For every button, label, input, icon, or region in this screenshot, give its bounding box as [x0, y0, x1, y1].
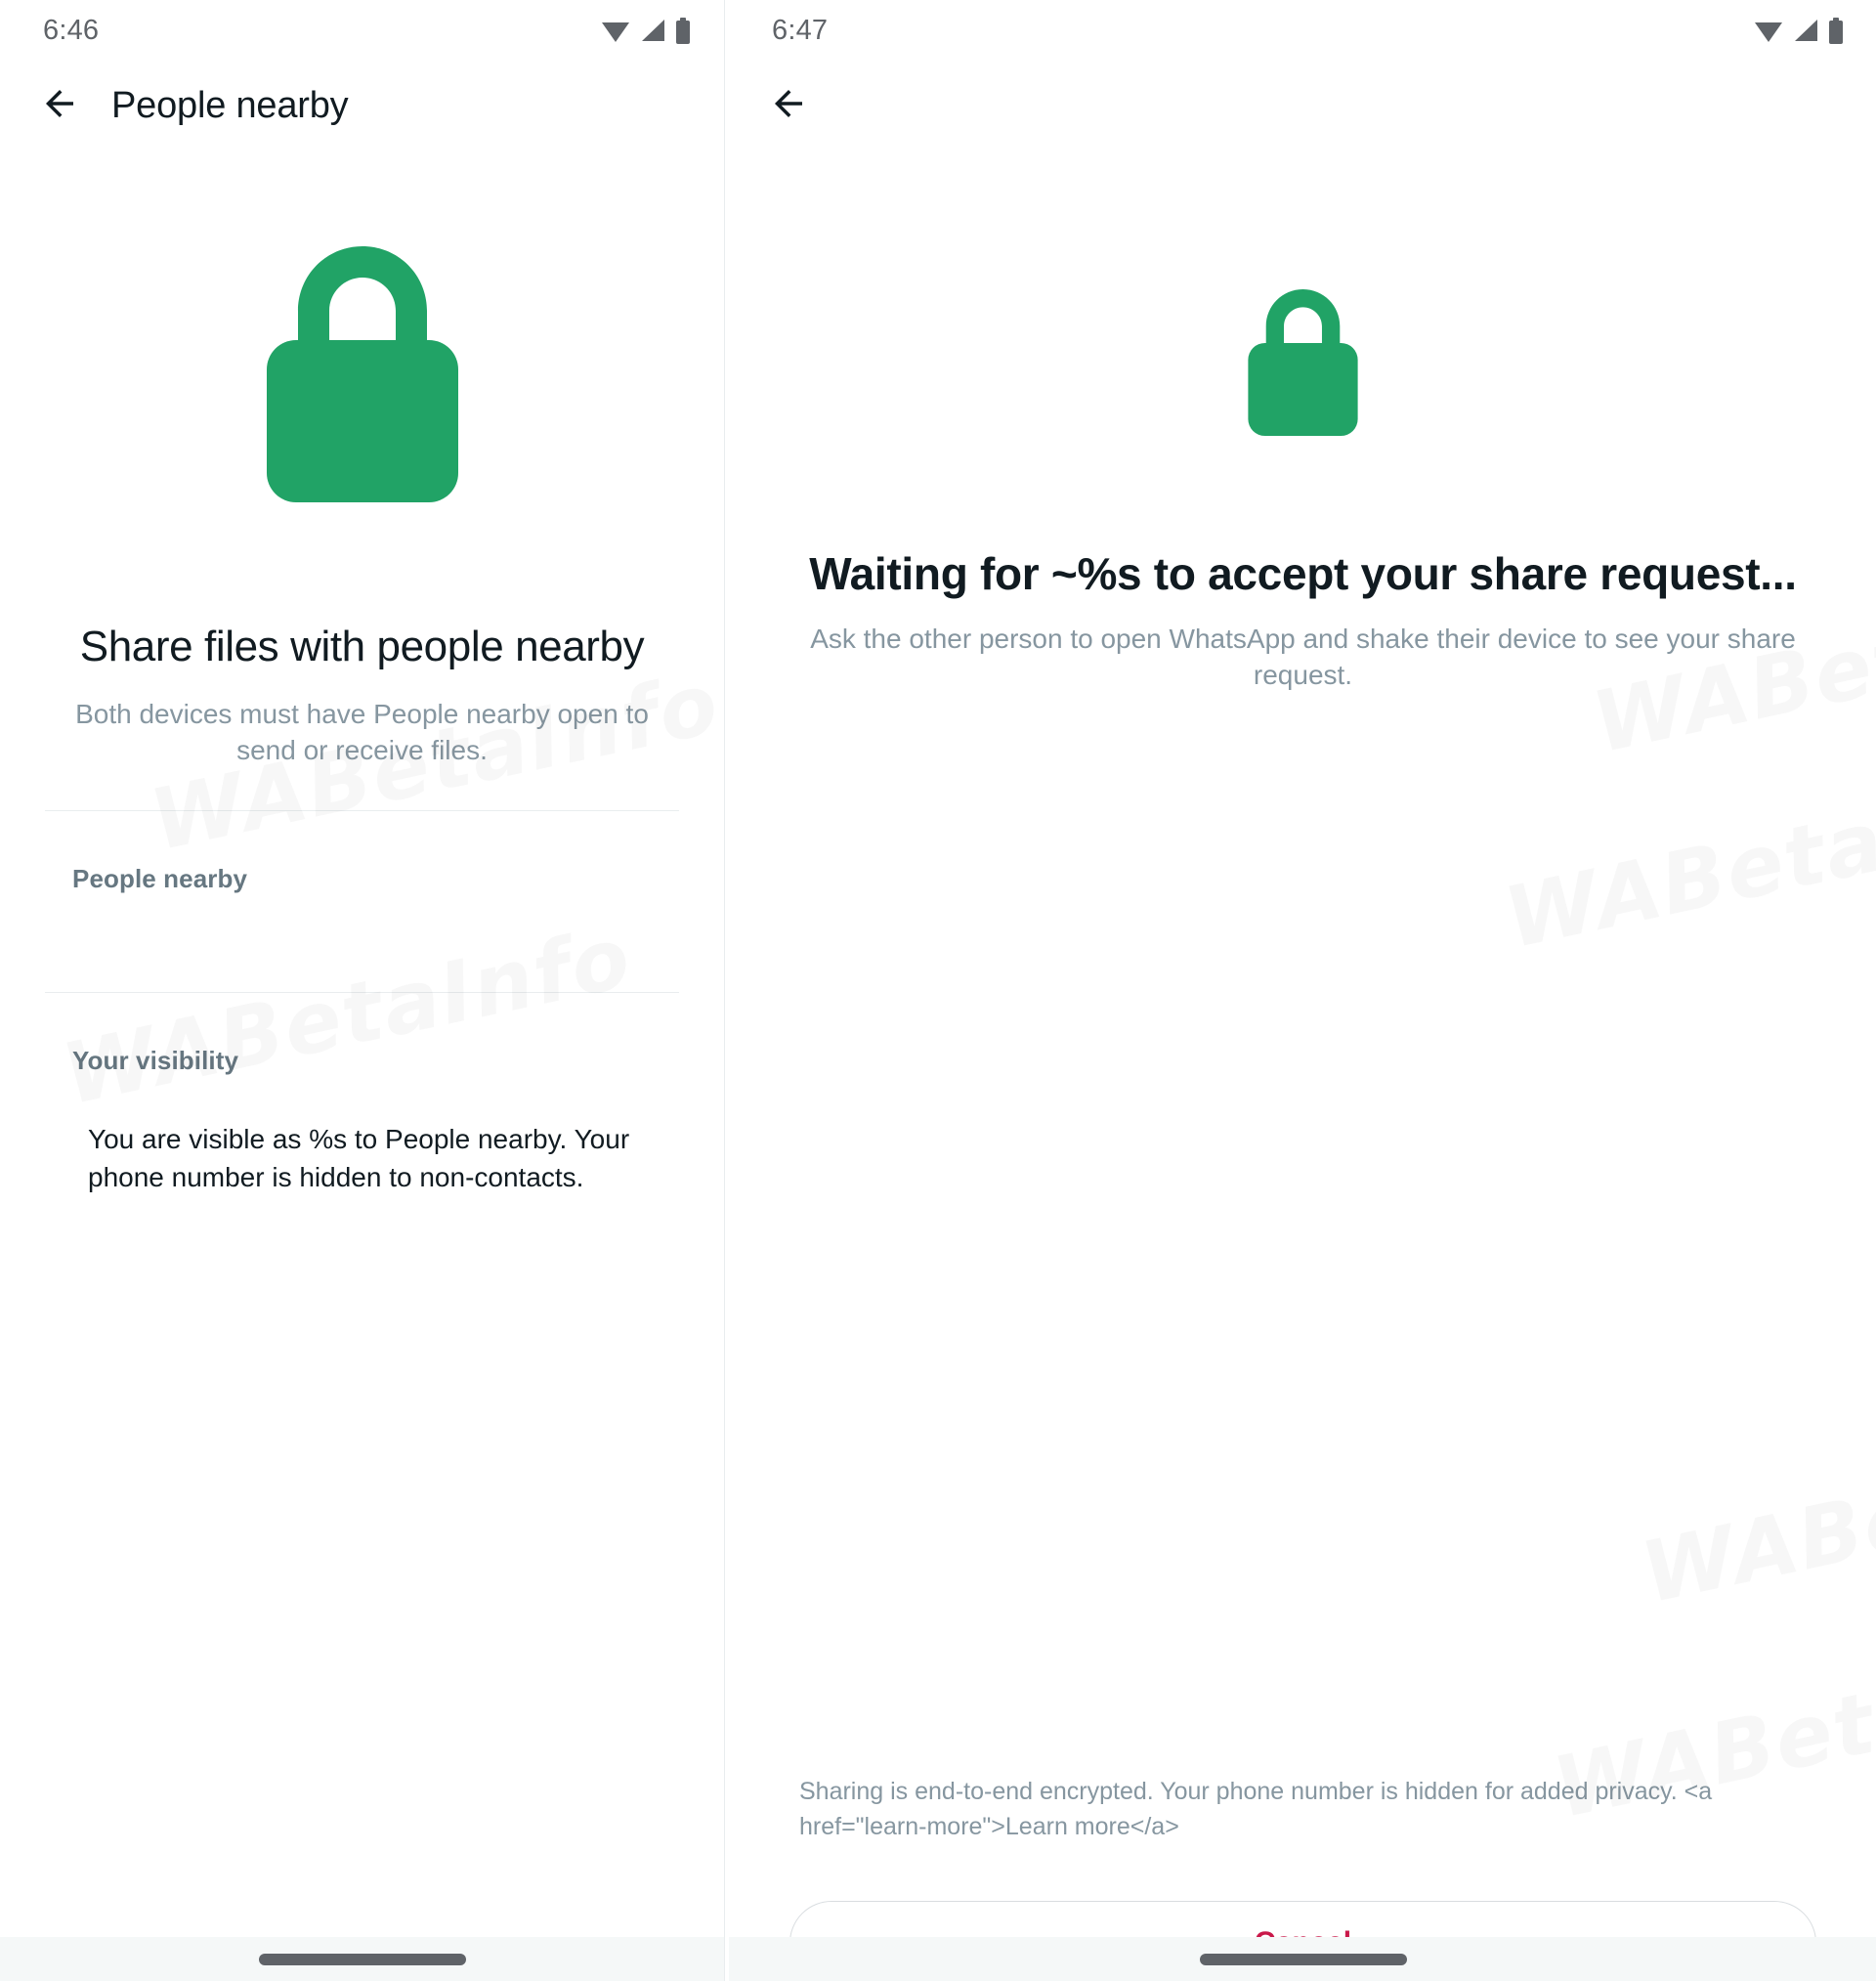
- right-phone-screen: 6:47 Waiting for ~%s to accept your shar…: [729, 0, 1876, 1981]
- left-status-bar: 6:46: [0, 0, 724, 61]
- section-people-nearby[interactable]: People nearby: [45, 811, 679, 951]
- battery-icon: [1828, 17, 1844, 44]
- lock-icon: [1247, 289, 1359, 441]
- hero-subtitle: Ask the other person to open WhatsApp an…: [810, 624, 1796, 691]
- status-icon-group: [1754, 17, 1844, 44]
- hero-title: Share files with people nearby: [79, 623, 645, 670]
- back-button[interactable]: [29, 75, 90, 136]
- back-arrow-icon: [768, 83, 809, 129]
- right-gesture-nav-bar: [729, 1937, 1876, 1981]
- status-icon-group: [601, 17, 691, 44]
- section-label-people-nearby: People nearby: [72, 863, 248, 893]
- dual-screenshot-container: 6:46 People nearby Share files with peop…: [0, 0, 1876, 1981]
- left-content: Share files with people nearby Both devi…: [0, 246, 724, 1196]
- cellular-signal-icon: [639, 18, 666, 43]
- right-status-bar: 6:47: [729, 0, 1876, 61]
- back-arrow-icon: [39, 83, 80, 129]
- status-time: 6:46: [43, 14, 100, 46]
- cellular-signal-icon: [1792, 18, 1819, 43]
- right-content: Waiting for ~%s to accept your share req…: [729, 289, 1876, 1981]
- encryption-footer-note: Sharing is end-to-end encrypted. Your ph…: [799, 1778, 1713, 1840]
- home-gesture-pill[interactable]: [1199, 1953, 1407, 1965]
- hero-title: Waiting for ~%s to accept your share req…: [809, 548, 1797, 599]
- lock-icon: [265, 246, 460, 507]
- hero-subtitle: Both devices must have People nearby ope…: [75, 699, 649, 765]
- back-button[interactable]: [758, 75, 819, 136]
- wifi-icon: [601, 18, 630, 43]
- section-your-visibility: Your visibility You are visible as %s to…: [45, 993, 679, 1196]
- section-label-your-visibility: Your visibility: [72, 1045, 239, 1075]
- lock-illustration-wrapper: [789, 289, 1816, 441]
- left-gesture-nav-bar: [0, 1937, 724, 1981]
- page-title: People nearby: [111, 84, 349, 126]
- home-gesture-pill[interactable]: [258, 1953, 466, 1965]
- wifi-icon: [1754, 18, 1783, 43]
- battery-icon: [675, 17, 691, 44]
- left-app-bar: People nearby: [0, 61, 724, 151]
- left-phone-screen: 6:46 People nearby Share files with peop…: [0, 0, 724, 1981]
- visibility-description: You are visible as %s to People nearby. …: [88, 1123, 630, 1192]
- status-time: 6:47: [772, 14, 829, 46]
- lock-illustration-wrapper: [45, 246, 679, 507]
- right-app-bar: [729, 61, 1876, 151]
